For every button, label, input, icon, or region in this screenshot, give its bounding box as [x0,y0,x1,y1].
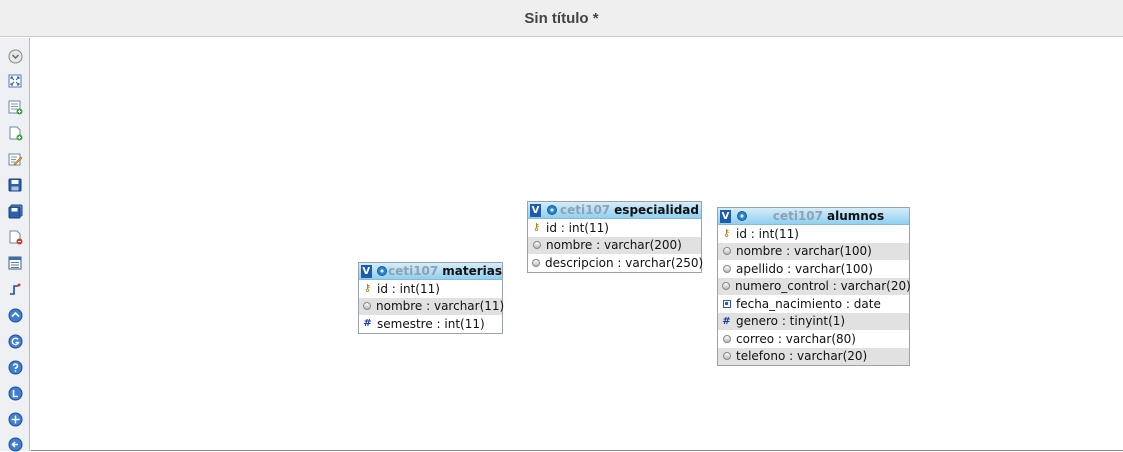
column-row[interactable]: nombre : varchar(11) [359,297,505,315]
table-materias[interactable]: V ceti107 materias ⚷ id : int(11) nombre :… [358,262,505,334]
delete-page-icon[interactable] [7,229,23,245]
column-label: numero_control : varchar(20) [735,279,911,294]
table-name: alumnos [826,209,885,223]
column-row[interactable]: nombre : varchar(100) [718,242,909,260]
text-column-icon [722,246,731,257]
column-label: id : int(11) [377,281,440,296]
column-row[interactable]: apellido : varchar(100) [718,260,909,278]
column-label: apellido : varchar(100) [736,261,873,276]
table-title[interactable]: ceti107 especialidad [558,203,701,217]
column-label: nombre : varchar(100) [736,244,872,259]
text-column-icon [722,351,731,362]
number-column-icon: # [363,318,372,330]
table-header[interactable]: V ceti107 materias [359,263,502,280]
column-label: id : int(11) [546,220,609,235]
toggle-columns-button[interactable]: V [361,264,372,278]
column-label: telefono : varchar(20) [736,349,868,364]
save-icon[interactable] [7,177,23,193]
column-row[interactable]: descripcion : varchar(250) [528,254,704,272]
toggle-menu-icon[interactable] [7,48,23,64]
new-page-icon[interactable] [7,125,23,141]
gear-icon[interactable] [376,265,389,278]
column-row[interactable]: ⚷ id : int(11) [718,225,909,243]
edit-page-icon[interactable] [7,151,23,167]
gear-icon[interactable] [735,210,748,223]
key-icon: ⚷ [722,228,731,240]
table-alumnos[interactable]: V ceti107 alumnos ⚷ id : int(11) nombre : … [717,207,911,366]
column-label: descripcion : varchar(250) [545,255,704,270]
designer-toolbar [0,38,30,451]
column-label: genero : tinyint(1) [736,314,846,329]
snap-grid-icon[interactable] [7,333,23,349]
column-row[interactable]: ▪ fecha_nacimiento : date [718,295,909,313]
column-row[interactable]: ⚷ id : int(11) [528,219,701,237]
number-column-icon: # [722,315,731,327]
column-label: fecha_nacimiento : date [736,296,881,311]
column-label: id : int(11) [736,226,799,241]
date-column-icon: ▪ [722,299,731,308]
table-header[interactable]: V ceti107 especialidad [528,202,701,219]
title-bar: Sin título * [0,0,1123,37]
table-title[interactable]: ceti107 alumnos [748,209,909,223]
column-row[interactable]: numero_control : varchar(20) [718,277,911,295]
column-row[interactable]: # semestre : int(11) [359,315,502,333]
database-name: ceti107 [560,203,611,217]
database-name: ceti107 [388,264,439,278]
text-column-icon [722,281,730,292]
column-label: correo : varchar(80) [736,331,856,346]
column-row[interactable]: telefono : varchar(20) [718,347,909,365]
table-name: materias [442,264,502,278]
text-column-icon [722,263,731,274]
text-column-icon [363,301,371,312]
export-icon[interactable] [7,436,23,452]
add-table-icon[interactable] [7,99,23,115]
save-as-icon[interactable] [7,203,23,219]
angular-links-icon[interactable] [7,307,23,323]
column-row[interactable]: # genero : tinyint(1) [718,312,909,330]
key-icon: ⚷ [532,222,541,234]
column-row[interactable]: correo : varchar(80) [718,330,909,348]
text-column-icon [722,333,731,344]
tables-list-icon[interactable] [7,255,23,271]
database-name: ceti107 [772,209,823,223]
column-label: nombre : varchar(200) [546,238,682,253]
toggle-columns-button[interactable]: V [530,203,541,217]
toggle-all-icon[interactable] [7,411,23,427]
column-row[interactable]: ⚷ id : int(11) [359,280,502,298]
text-column-icon [532,240,541,251]
window-title: Sin título * [524,9,599,27]
help-icon[interactable] [7,359,23,375]
column-label: semestre : int(11) [377,316,485,331]
table-especialidad[interactable]: V ceti107 especialidad ⚷ id : int(11) nomb… [527,201,704,273]
table-name: especialidad [614,203,699,217]
key-icon: ⚷ [363,283,372,295]
column-row[interactable]: nombre : varchar(200) [528,236,701,254]
small-size-icon[interactable] [7,385,23,401]
column-label: nombre : varchar(11) [376,299,505,314]
toggle-columns-button[interactable]: V [720,209,731,223]
gear-icon[interactable] [545,204,558,217]
table-title[interactable]: ceti107 materias [388,264,502,278]
relation-lines-icon[interactable] [7,281,23,297]
text-column-icon [532,257,540,268]
fullscreen-icon[interactable] [7,73,23,89]
table-header[interactable]: V ceti107 alumnos [718,208,909,225]
